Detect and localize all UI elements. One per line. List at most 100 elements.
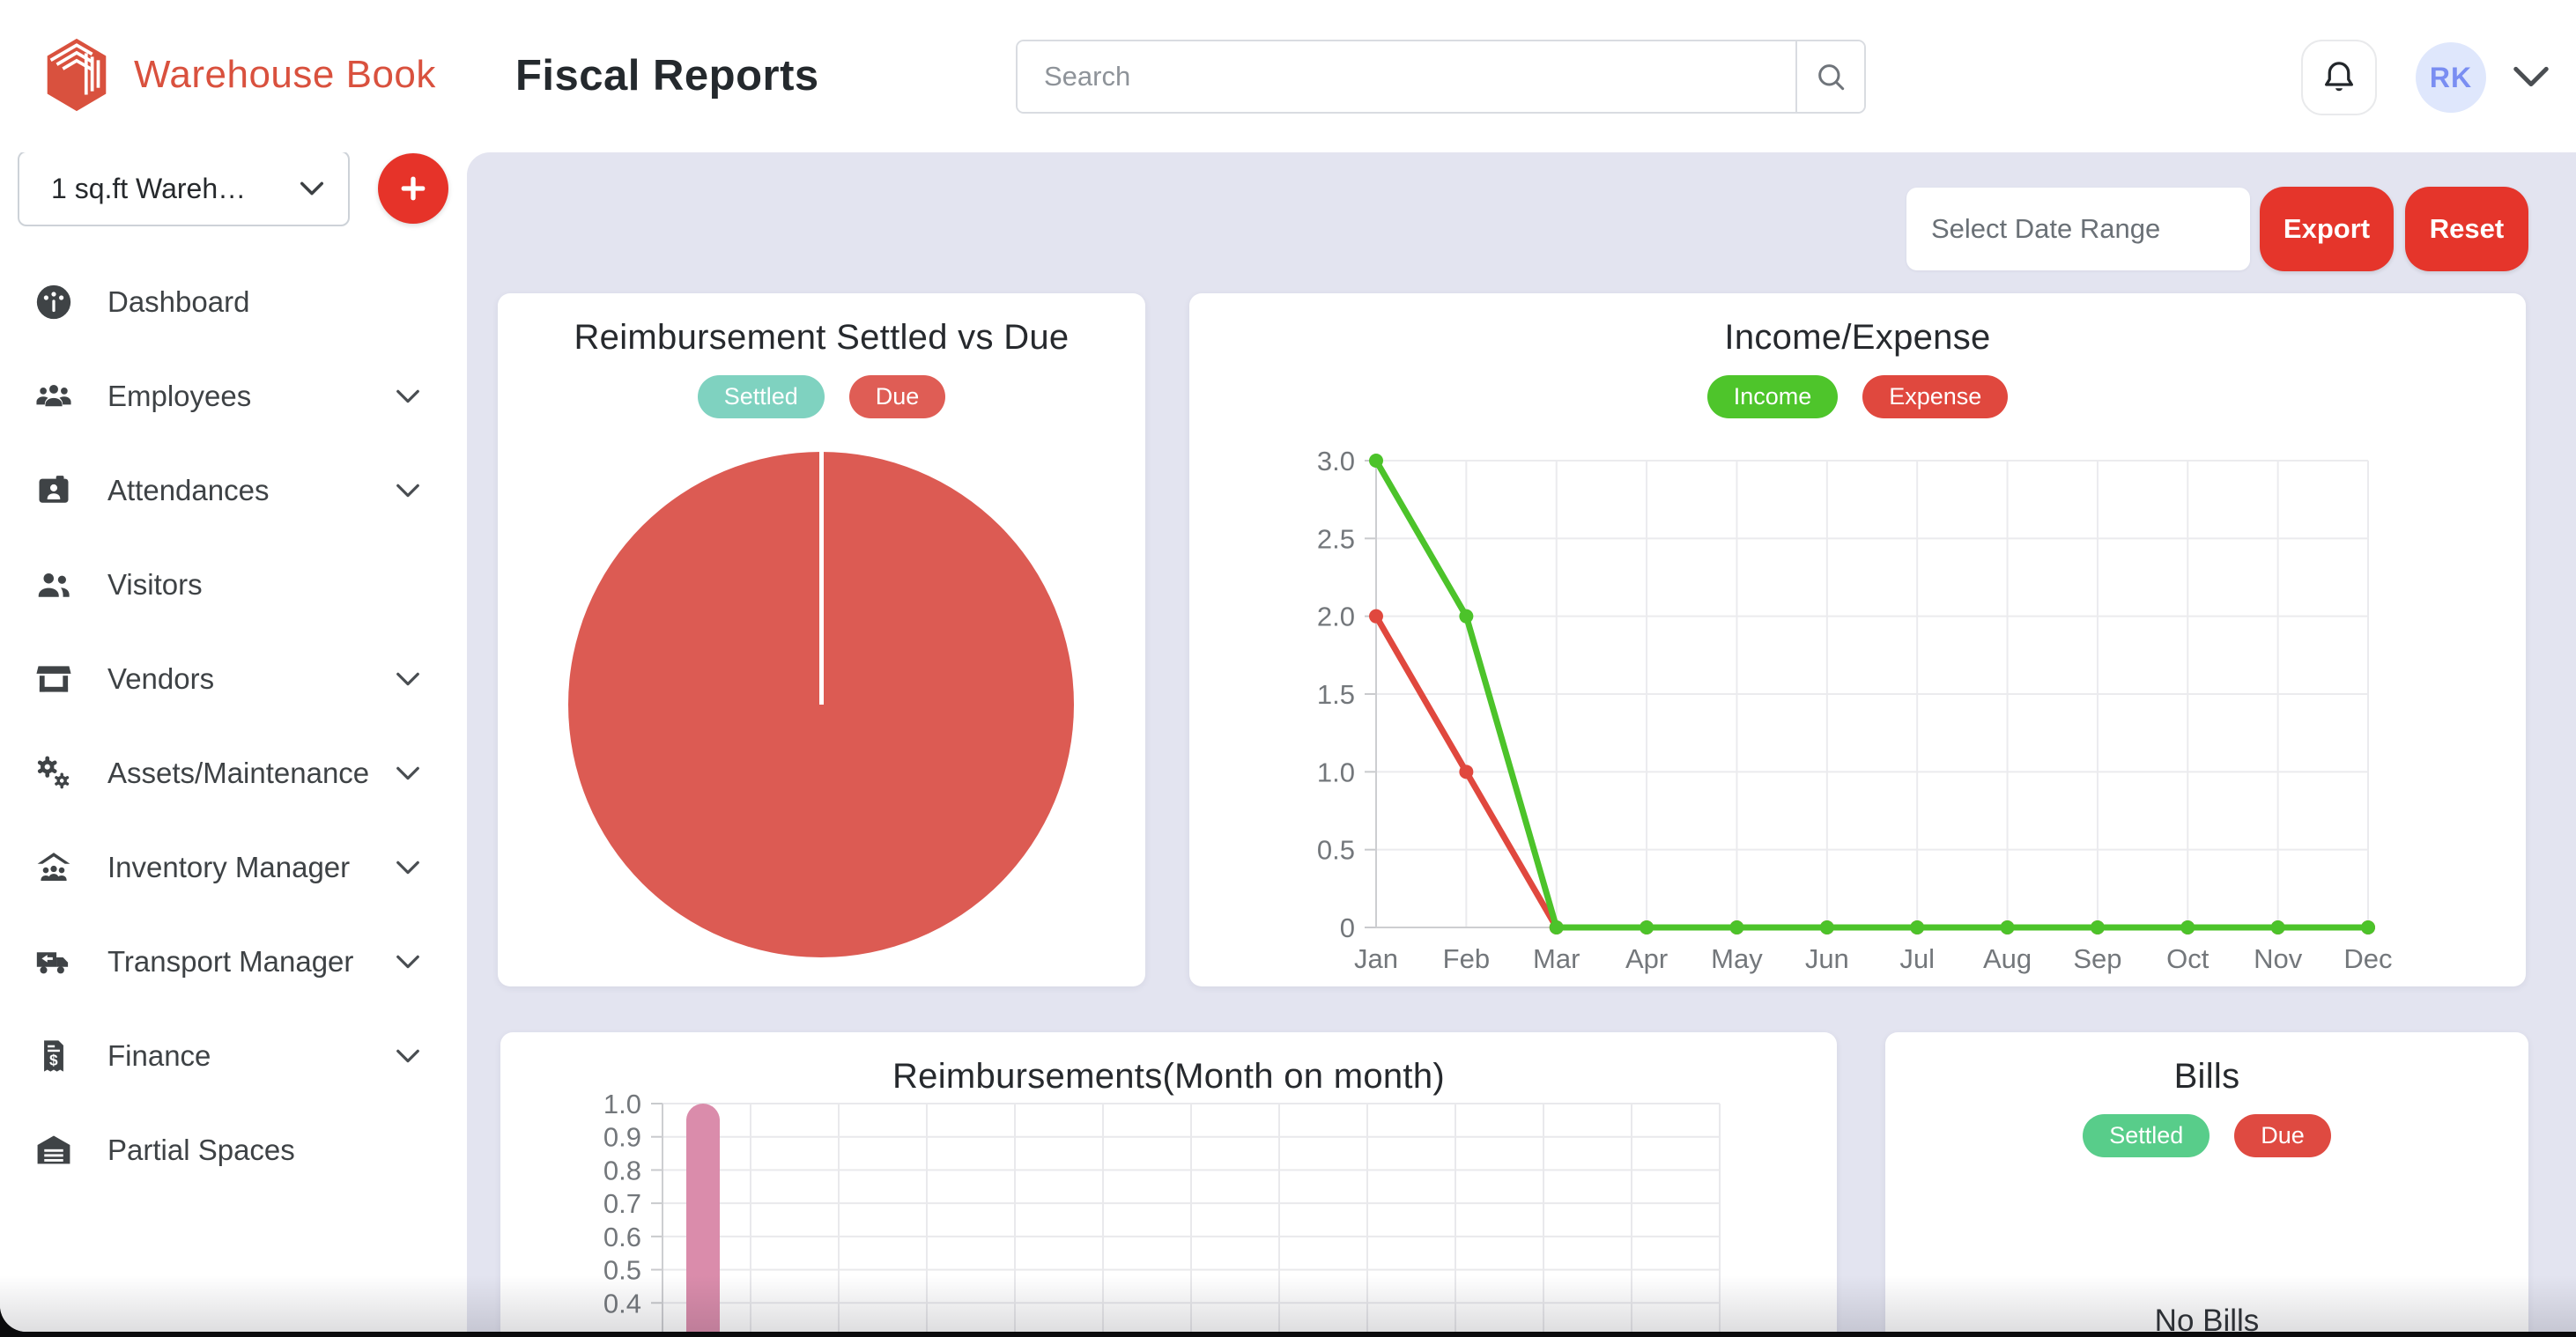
- svg-text:0.5: 0.5: [603, 1255, 641, 1286]
- svg-text:0: 0: [1340, 912, 1355, 943]
- bills-card: Bills Settled Due No Bills: [1885, 1032, 2528, 1332]
- reset-button[interactable]: Reset: [2405, 187, 2528, 271]
- svg-text:0.9: 0.9: [603, 1122, 641, 1153]
- bell-icon: [2319, 57, 2359, 98]
- svg-text:Nov: Nov: [2254, 943, 2303, 974]
- sidebar-item-vendors[interactable]: Vendors: [0, 632, 467, 726]
- svg-text:Jan: Jan: [1354, 943, 1398, 974]
- svg-text:May: May: [1711, 943, 1763, 974]
- people-group-icon: [33, 376, 74, 417]
- chevron-down-icon: [395, 860, 421, 875]
- app-window: Warehouse Book Fiscal Reports RK: [0, 0, 2576, 1332]
- gears-icon: [33, 753, 74, 794]
- select-chevron-down-icon: [299, 181, 325, 196]
- avatar[interactable]: RK: [2416, 42, 2486, 113]
- sidebar-nav: Dashboard Employees A: [0, 255, 467, 1197]
- warehouse-logo-icon: [35, 33, 118, 116]
- svg-text:Jul: Jul: [1899, 943, 1935, 974]
- brand-name: Warehouse Book: [134, 53, 436, 97]
- search-bar: [1016, 40, 1866, 114]
- line-legend: Income Expense: [1189, 375, 2526, 418]
- reimbursement-pie-card: Reimbursement Settled vs Due Settled Due: [498, 293, 1145, 986]
- svg-text:0.7: 0.7: [603, 1188, 641, 1219]
- sidebar-item-label: Dashboard: [107, 285, 249, 319]
- sidebar-item-inventory-manager[interactable]: Inventory Manager: [0, 820, 467, 914]
- storefront-icon: [33, 659, 74, 699]
- date-range-input[interactable]: [1906, 188, 2250, 270]
- export-button[interactable]: Export: [2260, 187, 2394, 271]
- svg-text:0.5: 0.5: [1317, 835, 1355, 866]
- reimbursements-bar-card: 1.00.90.80.70.60.50.4 Reimbursements(Mon…: [500, 1032, 1837, 1332]
- svg-text:Feb: Feb: [1443, 943, 1490, 974]
- sidebar-item-finance[interactable]: $ Finance: [0, 1008, 467, 1103]
- svg-text:0.8: 0.8: [603, 1155, 641, 1186]
- search-icon: [1813, 59, 1848, 94]
- visitors-icon: [33, 565, 74, 605]
- sidebar-item-visitors[interactable]: Visitors: [0, 537, 467, 632]
- legend-pill-due[interactable]: Due: [2234, 1114, 2331, 1157]
- search-input[interactable]: [1018, 41, 1795, 112]
- sidebar-item-label: Attendances: [107, 474, 269, 507]
- profile-chevron-down-icon[interactable]: [2511, 63, 2551, 90]
- plus-icon: [396, 171, 431, 206]
- chevron-down-icon: [395, 388, 421, 404]
- svg-text:2.5: 2.5: [1317, 523, 1355, 554]
- legend-pill-settled[interactable]: Settled: [698, 375, 825, 418]
- sidebar-item-label: Transport Manager: [107, 945, 353, 979]
- sidebar-item-employees[interactable]: Employees: [0, 349, 467, 443]
- notifications-button[interactable]: [2301, 40, 2377, 115]
- warehouse-select-value: 1 sq.ft Wareh…: [51, 173, 246, 205]
- svg-text:Aug: Aug: [1983, 943, 2032, 974]
- speedometer-icon: [33, 282, 74, 322]
- sidebar-item-transport-manager[interactable]: Transport Manager: [0, 914, 467, 1008]
- sidebar-item-label: Assets/Maintenance: [107, 757, 369, 790]
- sidebar-item-dashboard[interactable]: Dashboard: [0, 255, 467, 349]
- line-card-title: Income/Expense: [1189, 293, 2526, 358]
- sidebar-item-label: Partial Spaces: [107, 1134, 295, 1167]
- pie-legend: Settled Due: [498, 375, 1145, 418]
- bills-empty-text: No Bills: [1885, 1304, 2528, 1332]
- svg-text:$: $: [49, 1051, 58, 1068]
- chevron-down-icon: [395, 765, 421, 781]
- svg-text:Oct: Oct: [2166, 943, 2210, 974]
- svg-text:0.4: 0.4: [603, 1288, 641, 1319]
- bar-card-title: Reimbursements(Month on month): [500, 1032, 1837, 1097]
- add-warehouse-button[interactable]: [378, 153, 448, 224]
- svg-text:Sep: Sep: [2073, 943, 2121, 974]
- app-logo[interactable]: Warehouse Book: [35, 33, 436, 116]
- chevron-down-icon: [395, 954, 421, 970]
- pie-slice-divider: [819, 452, 824, 705]
- svg-text:Mar: Mar: [1533, 943, 1580, 974]
- legend-pill-income[interactable]: Income: [1707, 375, 1839, 418]
- search-button[interactable]: [1795, 41, 1864, 112]
- truck-icon: [33, 942, 74, 982]
- pie-card-title: Reimbursement Settled vs Due: [498, 293, 1145, 358]
- bills-legend: Settled Due: [1885, 1114, 2528, 1157]
- sidebar-item-partial-spaces[interactable]: Partial Spaces: [0, 1103, 467, 1197]
- legend-pill-expense[interactable]: Expense: [1862, 375, 2008, 418]
- legend-pill-due[interactable]: Due: [849, 375, 946, 418]
- sidebar-item-label: Inventory Manager: [107, 851, 350, 884]
- receipt-dollar-icon: $: [33, 1036, 74, 1076]
- sidebar-item-label: Employees: [107, 380, 251, 413]
- sidebar-item-label: Visitors: [107, 568, 203, 602]
- svg-text:Dec: Dec: [2343, 943, 2392, 974]
- svg-text:1.5: 1.5: [1317, 679, 1355, 710]
- svg-text:1.0: 1.0: [1317, 757, 1355, 787]
- top-bar: Warehouse Book Fiscal Reports RK: [0, 0, 2576, 152]
- svg-text:Apr: Apr: [1625, 943, 1668, 974]
- legend-pill-settled[interactable]: Settled: [2083, 1114, 2210, 1157]
- svg-text:Jun: Jun: [1805, 943, 1849, 974]
- id-badge-icon: [33, 470, 74, 511]
- avatar-initials: RK: [2430, 62, 2472, 94]
- warehouse-select[interactable]: 1 sq.ft Wareh…: [18, 151, 350, 226]
- sidebar: 1 sq.ft Wareh… Dashboard: [0, 0, 467, 1332]
- sidebar-item-assets-maintenance[interactable]: Assets/Maintenance: [0, 726, 467, 820]
- sidebar-item-label: Vendors: [107, 662, 214, 696]
- bills-card-title: Bills: [1885, 1032, 2528, 1097]
- svg-text:0.6: 0.6: [603, 1222, 641, 1252]
- sidebar-item-attendances[interactable]: Attendances: [0, 443, 467, 537]
- content-area: Export Reset Reimbursement Settled vs Du…: [467, 152, 2576, 1332]
- page-title: Fiscal Reports: [515, 51, 819, 100]
- chevron-down-icon: [395, 1048, 421, 1064]
